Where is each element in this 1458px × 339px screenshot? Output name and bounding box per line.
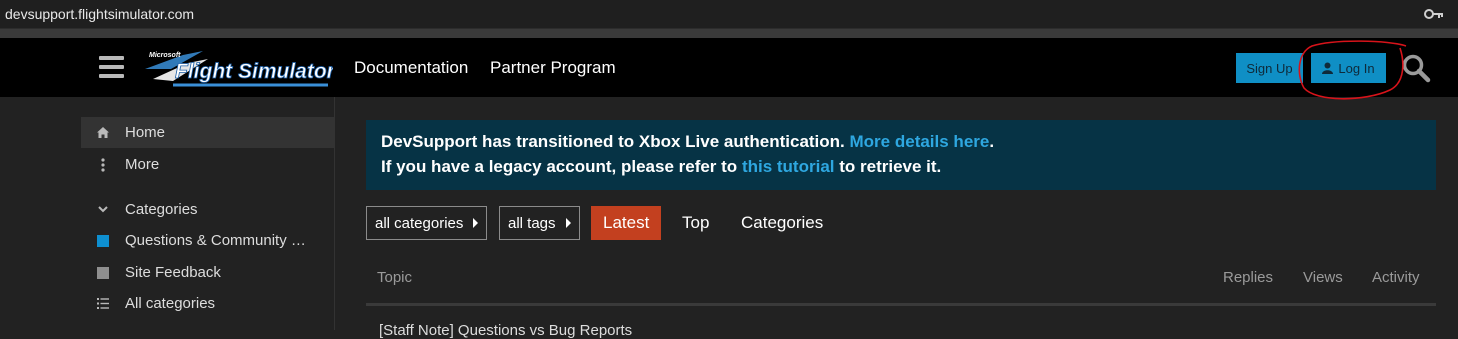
site-header: Microsoft Flight Simulator Documentation…: [0, 38, 1458, 97]
banner-punctuation: .: [989, 132, 995, 151]
sidebar-item-site-feedback[interactable]: Site Feedback: [81, 257, 335, 288]
vertical-dots-icon: [81, 157, 125, 172]
search-icon[interactable]: [1401, 53, 1431, 83]
caret-right-icon: [565, 218, 571, 228]
chevron-down-icon: [81, 206, 125, 213]
sidebar-item-questions-community[interactable]: Questions & Community …: [81, 225, 335, 256]
log-in-button[interactable]: Log In: [1311, 53, 1386, 83]
key-icon[interactable]: [1424, 7, 1444, 21]
browser-address-bar[interactable]: devsupport.flightsimulator.com: [0, 0, 1458, 29]
sign-up-button[interactable]: Sign Up: [1236, 53, 1303, 83]
column-header-topic[interactable]: Topic: [377, 269, 412, 286]
caret-right-icon: [473, 218, 479, 228]
tag-filter-dropdown[interactable]: all tags: [499, 206, 580, 240]
log-in-label: Log In: [1338, 60, 1375, 76]
nav-documentation-link[interactable]: Documentation: [354, 58, 468, 78]
sidebar: Home More Categories Questions & Communi…: [0, 97, 335, 330]
banner-text: to retrieve it.: [839, 157, 942, 176]
category-filter-label: all categories: [375, 214, 464, 232]
tab-latest[interactable]: Latest: [591, 206, 662, 240]
column-header-activity[interactable]: Activity: [1372, 269, 1420, 286]
table-header-divider: [366, 303, 1436, 306]
category-square-icon: [81, 266, 125, 279]
category-square-icon: [81, 234, 125, 247]
more-details-link[interactable]: More details here: [850, 132, 990, 151]
sidebar-item-label: Site Feedback: [125, 264, 221, 281]
nav-partner-program-link[interactable]: Partner Program: [490, 58, 616, 78]
sidebar-item-home[interactable]: Home: [81, 117, 335, 148]
sidebar-item-label: Home: [125, 124, 166, 141]
tab-categories[interactable]: Categories: [741, 206, 823, 240]
banner-text: DevSupport has transitioned to Xbox Live…: [381, 132, 845, 151]
sidebar-item-label: All categories: [125, 295, 216, 312]
home-icon: [81, 127, 125, 138]
banner-text: If you have a legacy account, please ref…: [381, 157, 738, 176]
svg-text:Flight Simulator: Flight Simulator: [175, 60, 333, 83]
sidebar-item-all-categories[interactable]: All categories: [81, 288, 335, 319]
svg-text:Microsoft: Microsoft: [149, 52, 181, 59]
topic-row-title[interactable]: [Staff Note] Questions vs Bug Reports: [379, 322, 632, 339]
sidebar-section-categories[interactable]: Categories: [81, 194, 335, 225]
column-header-views[interactable]: Views: [1303, 269, 1343, 286]
url-text[interactable]: devsupport.flightsimulator.com: [5, 6, 194, 22]
tab-top[interactable]: Top: [682, 206, 709, 240]
tutorial-link[interactable]: this tutorial: [742, 157, 835, 176]
sign-up-label: Sign Up: [1246, 60, 1293, 76]
user-icon: [1322, 62, 1334, 74]
announcement-banner: DevSupport has transitioned to Xbox Live…: [366, 120, 1436, 190]
sidebar-item-label: Categories: [125, 201, 198, 218]
sidebar-item-more[interactable]: More: [81, 149, 335, 180]
banner-line-1: DevSupport has transitioned to Xbox Live…: [381, 129, 1421, 154]
column-header-replies[interactable]: Replies: [1223, 269, 1273, 286]
banner-line-2: If you have a legacy account, please ref…: [381, 154, 1421, 179]
sidebar-item-label: More: [125, 156, 160, 173]
category-filter-dropdown[interactable]: all categories: [366, 206, 488, 240]
browser-toolbar-strip: [0, 29, 1458, 38]
sidebar-item-label: Questions & Community …: [125, 232, 306, 249]
flight-simulator-logo[interactable]: Microsoft Flight Simulator: [143, 45, 333, 89]
tag-filter-label: all tags: [508, 214, 556, 232]
hamburger-menu-icon[interactable]: [99, 56, 124, 78]
list-icon: [81, 298, 125, 309]
